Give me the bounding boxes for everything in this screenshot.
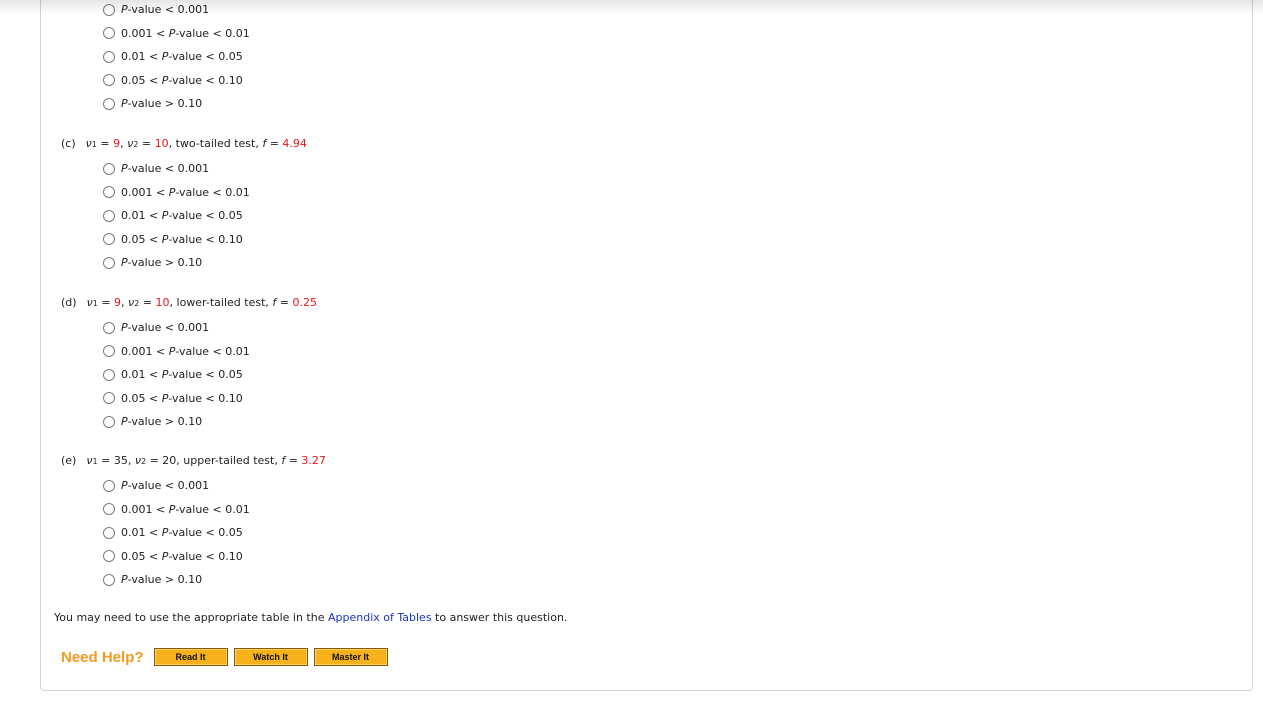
radio-button[interactable] <box>103 392 115 405</box>
option-c-5[interactable]: P -value > 0.10 <box>103 251 250 275</box>
given-value: 35 <box>113 454 128 467</box>
given-value: 0.25 <box>292 296 317 309</box>
given-value: 4.94 <box>282 137 307 150</box>
part-label: (e) <box>61 454 77 467</box>
given-value: 10 <box>155 296 170 309</box>
radio-button[interactable] <box>103 550 115 563</box>
radio-button[interactable] <box>103 256 115 269</box>
part-d-options: P -value < 0.001 0.001 < P -value < 0.01 0… <box>103 316 250 434</box>
option-b-4[interactable]: 0.05 < P -value < 0.10 <box>103 69 250 93</box>
given-value: 9 <box>113 137 121 150</box>
radio-button[interactable] <box>103 162 115 175</box>
part-d-prompt: (d) ν1 = 9, ν2 = 10, lower-tailed test, … <box>61 296 317 309</box>
master-it-button[interactable]: Master It <box>313 648 388 666</box>
option-e-1[interactable]: P -value < 0.001 <box>103 474 250 498</box>
radio-button[interactable] <box>103 186 115 199</box>
part-e-prompt: (e) ν1 = 35, ν2 = 20, upper-tailed test,… <box>61 454 326 467</box>
part-c-prompt: (c) ν1 = 9, ν2 = 10, two-tailed test, f … <box>61 137 307 150</box>
part-e-options: P -value < 0.001 0.001 < P -value < 0.01 0… <box>103 474 250 592</box>
radio-button[interactable] <box>103 479 115 492</box>
page: P -value < 0.001 0.001 < P -value < 0.01 0… <box>0 0 1263 706</box>
appendix-note: You may need to use the appropriate tabl… <box>54 611 568 624</box>
option-b-2[interactable]: 0.001 < P -value < 0.01 <box>103 22 250 46</box>
option-c-2[interactable]: 0.001 < P -value < 0.01 <box>103 181 250 205</box>
radio-button[interactable] <box>103 573 115 586</box>
radio-button[interactable] <box>103 321 115 334</box>
need-help-bar: Need Help? Read It Watch It Master It <box>61 648 394 666</box>
option-c-3[interactable]: 0.01 < P -value < 0.05 <box>103 204 250 228</box>
option-e-4[interactable]: 0.05 < P -value < 0.10 <box>103 545 250 569</box>
given-value: 3.27 <box>301 454 326 467</box>
part-c-options: P -value < 0.001 0.001 < P -value < 0.01 0… <box>103 157 250 275</box>
radio-button[interactable] <box>103 526 115 539</box>
part-label: (c) <box>61 137 76 150</box>
option-d-3[interactable]: 0.01 < P -value < 0.05 <box>103 363 250 387</box>
watch-it-button[interactable]: Watch It <box>233 648 308 666</box>
option-b-3[interactable]: 0.01 < P -value < 0.05 <box>103 45 250 69</box>
radio-button[interactable] <box>103 3 115 16</box>
option-d-2[interactable]: 0.001 < P -value < 0.01 <box>103 340 250 364</box>
option-e-3[interactable]: 0.01 < P -value < 0.05 <box>103 521 250 545</box>
part-b-options: P -value < 0.001 0.001 < P -value < 0.01 0… <box>103 0 250 116</box>
radio-button[interactable] <box>103 345 115 358</box>
radio-button[interactable] <box>103 50 115 63</box>
part-label: (d) <box>61 296 77 309</box>
option-b-1[interactable]: P -value < 0.001 <box>103 0 250 22</box>
radio-button[interactable] <box>103 74 115 87</box>
option-e-2[interactable]: 0.001 < P -value < 0.01 <box>103 498 250 522</box>
appendix-of-tables-link[interactable]: Appendix of Tables <box>328 611 432 624</box>
option-d-4[interactable]: 0.05 < P -value < 0.10 <box>103 387 250 411</box>
option-c-1[interactable]: P -value < 0.001 <box>103 157 250 181</box>
option-d-1[interactable]: P -value < 0.001 <box>103 316 250 340</box>
radio-button[interactable] <box>103 233 115 246</box>
option-c-4[interactable]: 0.05 < P -value < 0.10 <box>103 228 250 252</box>
option-b-5[interactable]: P -value > 0.10 <box>103 92 250 116</box>
need-help-label: Need Help? <box>61 648 144 666</box>
radio-button[interactable] <box>103 209 115 222</box>
radio-button[interactable] <box>103 415 115 428</box>
radio-button[interactable] <box>103 368 115 381</box>
given-value: 9 <box>114 296 122 309</box>
option-e-5[interactable]: P -value > 0.10 <box>103 568 250 592</box>
given-value: 10 <box>154 137 169 150</box>
radio-button[interactable] <box>103 97 115 110</box>
radio-button[interactable] <box>103 503 115 516</box>
read-it-button[interactable]: Read It <box>153 648 228 666</box>
radio-button[interactable] <box>103 27 115 40</box>
given-value: 20 <box>162 454 177 467</box>
option-d-5[interactable]: P -value > 0.10 <box>103 410 250 434</box>
